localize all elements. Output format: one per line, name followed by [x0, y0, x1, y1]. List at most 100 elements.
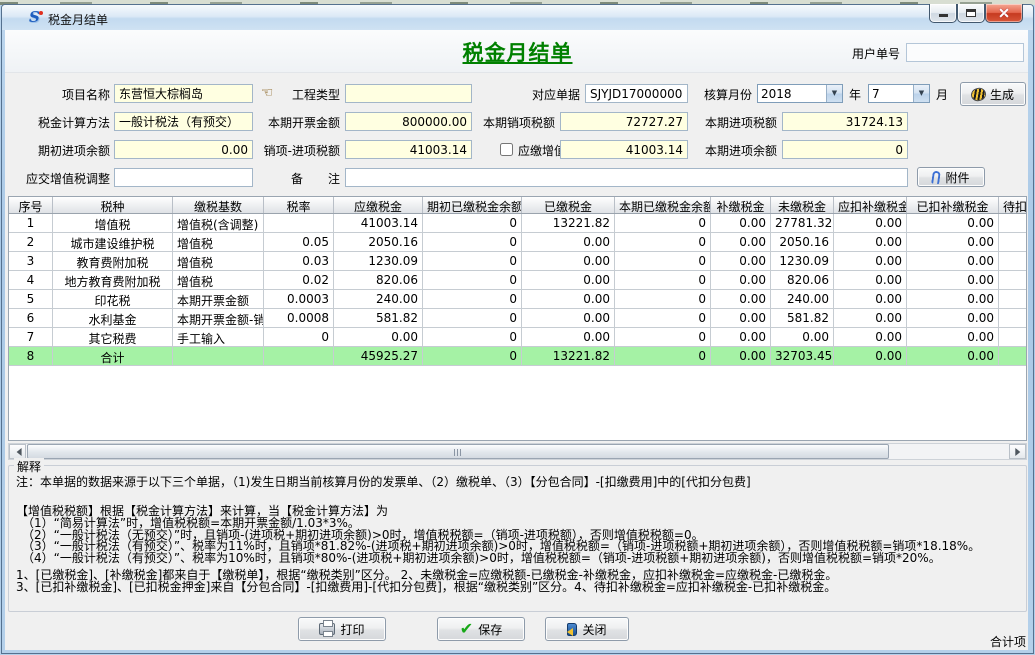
column-header[interactable]: 缴税基数 — [173, 197, 264, 213]
project-label: 项目名称 — [40, 87, 110, 103]
table-row[interactable]: 7其它税费手工输入00.0000.0000.000.000.000.00 — [9, 328, 1027, 347]
month-value: 7 — [869, 85, 913, 102]
exit-door-icon — [567, 623, 577, 636]
remark-input[interactable] — [345, 168, 908, 187]
method-input[interactable] — [114, 112, 253, 131]
table-row[interactable]: 2城市建设维护税增值税0.052050.1600.0000.002050.160… — [9, 233, 1027, 252]
table-total-row[interactable]: 8合计45925.27013221.8200.0032703.450.000.0… — [9, 347, 1027, 366]
vat-adjust-input[interactable] — [114, 168, 253, 187]
table-cell: 手工输入 — [173, 328, 264, 346]
total-items-label: 合计项 — [990, 633, 1026, 650]
table-row[interactable]: 5印花税本期开票金额0.0003240.0000.0000.00240.000.… — [9, 290, 1027, 309]
table-cell: 5 — [9, 290, 53, 308]
generate-button[interactable]: 生成 — [960, 82, 1026, 106]
table-row[interactable]: 1增值税增值税(含调整)41003.14013221.8200.0027781.… — [9, 214, 1027, 233]
table-cell: 0 — [423, 214, 522, 232]
scroll-right-button[interactable] — [1009, 444, 1026, 459]
column-header[interactable]: 未缴税金 — [771, 197, 834, 213]
column-header[interactable]: 期初已缴税金余额 — [423, 197, 522, 213]
input-balance-label: 本期进项余额 — [693, 143, 777, 159]
table-cell: 0.00 — [711, 290, 771, 308]
maximize-button[interactable] — [957, 4, 985, 23]
year-suffix-label: 年 — [849, 87, 861, 103]
column-header[interactable]: 已扣补缴税金 — [907, 197, 999, 213]
table-cell: 0.00 — [522, 271, 615, 289]
table-cell: 0.00 — [522, 290, 615, 308]
column-header[interactable]: 应缴税金 — [334, 197, 423, 213]
month-combobox[interactable]: 7 ▼ — [868, 84, 930, 103]
vat-input[interactable] — [560, 140, 688, 159]
table-row[interactable]: 6水利基金本期开票金额-销项0.0008581.8200.0000.00581.… — [9, 309, 1027, 328]
close-button[interactable] — [985, 4, 1023, 23]
table-row[interactable]: 4地方教育费附加税增值税0.02820.0600.0000.00820.060.… — [9, 271, 1027, 290]
table-cell — [999, 271, 1027, 289]
table-cell: 0.00 — [834, 347, 907, 365]
explain-line: 3、[已扣补缴税金]、[已扣税金押金]来自【分包合同】-[扣缴费用]-[代扣分包… — [16, 582, 1016, 594]
title-bar[interactable]: S 税金月结单 — [2, 5, 1033, 30]
print-button[interactable]: 打印 — [298, 617, 386, 641]
table-cell: 0.0008 — [264, 309, 334, 327]
save-label: 保存 — [478, 621, 502, 638]
explain-vat-rules: 【增值税税额】根据【税金计算方法】来计算，当【税金计算方法】为 （1）“简易计算… — [16, 506, 1016, 565]
project-input[interactable] — [114, 84, 253, 103]
table-cell: 其它税费 — [53, 328, 173, 346]
output-tax-input[interactable] — [560, 112, 688, 131]
scroll-left-button[interactable] — [9, 444, 26, 459]
table-cell: 0.03 — [264, 252, 334, 270]
close-form-button[interactable]: 关闭 — [545, 617, 629, 641]
table-cell — [999, 347, 1027, 365]
column-header[interactable]: 待扣补缴税金 — [999, 197, 1027, 213]
table-cell: 本期开票金额-销项 — [173, 309, 264, 327]
save-button[interactable]: ✔ 保存 — [437, 617, 525, 641]
scrollbar-thumb[interactable] — [27, 444, 889, 459]
table-cell: 0.00 — [771, 328, 834, 346]
table-cell: 45925.27 — [334, 347, 423, 365]
column-header[interactable]: 序号 — [9, 197, 53, 213]
table-cell — [173, 347, 264, 365]
table-cell: 0.00 — [522, 309, 615, 327]
attachment-button[interactable]: 附件 — [917, 167, 985, 187]
table-cell: 0.00 — [711, 309, 771, 327]
input-tax-input[interactable] — [782, 112, 908, 131]
column-header[interactable]: 税种 — [53, 197, 173, 213]
table-cell: 0.02 — [264, 271, 334, 289]
column-header[interactable]: 税率 — [264, 197, 334, 213]
table-cell: 0.00 — [711, 252, 771, 270]
app-logo-dot — [39, 11, 43, 15]
vat-checkbox[interactable] — [500, 143, 513, 156]
input-balance-input[interactable] — [782, 140, 908, 159]
diff-label: 销项-进项税额 — [256, 143, 340, 159]
remark-label: 备 — [291, 171, 303, 187]
begin-input-input[interactable] — [114, 140, 253, 159]
minimize-button[interactable] — [929, 4, 957, 23]
table-row[interactable]: 3教育费附加税增值税0.031230.0900.0000.001230.090.… — [9, 252, 1027, 271]
period-label: 核算月份 — [700, 87, 752, 103]
table-cell: 0.00 — [907, 252, 999, 270]
table-cell: 增值税 — [173, 252, 264, 270]
diff-input[interactable] — [345, 140, 472, 159]
remark-label-2: 注 — [328, 171, 340, 187]
table-cell: 0.00 — [834, 214, 907, 232]
chevron-down-icon[interactable]: ▼ — [913, 85, 929, 102]
table-cell: 0 — [615, 328, 711, 346]
column-header[interactable]: 应扣补缴税金 — [834, 197, 907, 213]
type-label: 工程类型 — [270, 87, 340, 103]
doc-input[interactable] — [585, 84, 688, 103]
chevron-down-icon[interactable]: ▼ — [826, 85, 842, 102]
column-header[interactable]: 补缴税金 — [711, 197, 771, 213]
doc-label: 对应单据 — [510, 87, 580, 103]
table-cell: 0.00 — [907, 271, 999, 289]
horizontal-scrollbar[interactable] — [8, 443, 1027, 460]
scroll-right-icon — [1015, 448, 1024, 456]
table-cell: 0 — [423, 347, 522, 365]
column-header[interactable]: 本期已缴税金余额 — [615, 197, 711, 213]
table-cell: 0 — [615, 233, 711, 251]
table-cell — [999, 290, 1027, 308]
column-header[interactable]: 已缴税金 — [522, 197, 615, 213]
type-input[interactable] — [345, 84, 472, 103]
invoice-input[interactable] — [345, 112, 472, 131]
year-combobox[interactable]: 2018 ▼ — [757, 84, 843, 103]
year-value: 2018 — [758, 85, 826, 102]
tax-table: 序号税种缴税基数税率应缴税金期初已缴税金余额已缴税金本期已缴税金余额补缴税金未缴… — [8, 196, 1027, 441]
user-no-input[interactable] — [906, 43, 1024, 62]
